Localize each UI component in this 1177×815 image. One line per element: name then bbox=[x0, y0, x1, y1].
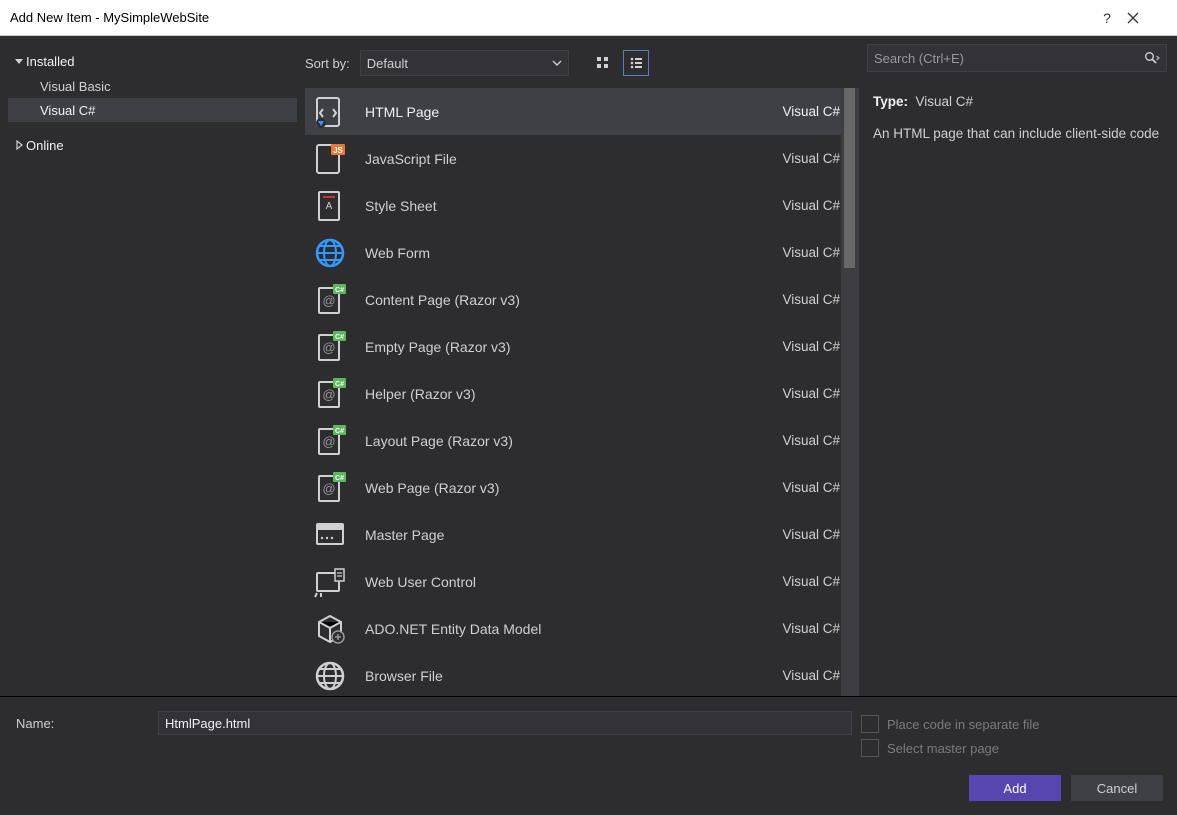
sort-toolbar: Sort by: Default bbox=[305, 36, 859, 88]
template-lang: Visual C# bbox=[760, 480, 840, 495]
template-lang: Visual C# bbox=[760, 574, 840, 589]
footer: Name: Place code in separate file Select… bbox=[0, 696, 1177, 815]
search-icon bbox=[1144, 51, 1160, 65]
template-name: Master Page bbox=[365, 527, 742, 543]
name-input[interactable] bbox=[158, 711, 852, 735]
scrollbar-thumb[interactable] bbox=[844, 88, 855, 268]
tree-label: Online bbox=[26, 138, 64, 153]
template-lang: Visual C# bbox=[760, 292, 840, 307]
template-name: Web User Control bbox=[365, 574, 742, 590]
template-name: Layout Page (Razor v3) bbox=[365, 433, 742, 449]
description-text: An HTML page that can include client-sid… bbox=[873, 124, 1163, 144]
template-row[interactable]: Master Page Visual C# bbox=[305, 511, 858, 558]
template-name: JavaScript File bbox=[365, 151, 742, 167]
template-lang: Visual C# bbox=[760, 621, 840, 636]
template-icon bbox=[313, 424, 347, 458]
list-view-button[interactable] bbox=[623, 50, 649, 76]
search-input[interactable]: Search (Ctrl+E) bbox=[867, 44, 1167, 72]
template-row[interactable]: Content Page (Razor v3) Visual C# bbox=[305, 276, 858, 323]
tree-online[interactable]: Online bbox=[8, 132, 297, 158]
template-row[interactable]: Style Sheet Visual C# bbox=[305, 182, 858, 229]
template-icon bbox=[313, 612, 347, 646]
template-name: Helper (Razor v3) bbox=[365, 386, 742, 402]
template-row[interactable]: Layout Page (Razor v3) Visual C# bbox=[305, 417, 858, 464]
template-name: Web Page (Razor v3) bbox=[365, 480, 742, 496]
template-icon bbox=[313, 518, 347, 552]
template-lang: Visual C# bbox=[760, 198, 840, 213]
template-list: HTML Page Visual C# JavaScript File Visual … bbox=[305, 88, 859, 696]
template-icon bbox=[313, 471, 347, 505]
template-icon bbox=[313, 189, 347, 223]
sort-combo[interactable]: Default bbox=[360, 50, 569, 76]
checkbox-icon bbox=[861, 739, 879, 757]
close-button[interactable] bbox=[1127, 12, 1167, 24]
template-row[interactable]: Web Page (Razor v3) Visual C# bbox=[305, 464, 858, 511]
template-name: Browser File bbox=[365, 668, 742, 684]
template-icon bbox=[313, 377, 347, 411]
template-lang: Visual C# bbox=[760, 104, 840, 119]
tree-label: Installed bbox=[26, 54, 74, 69]
type-label: Type: bbox=[873, 94, 908, 109]
main-area: Installed Visual Basic Visual C# Online … bbox=[0, 36, 1177, 696]
template-name: Web Form bbox=[365, 245, 742, 261]
template-lang: Visual C# bbox=[760, 668, 840, 683]
select-master-checkbox: Select master page bbox=[861, 739, 1163, 757]
template-name: ADO.NET Entity Data Model bbox=[365, 621, 742, 637]
template-name: Empty Page (Razor v3) bbox=[365, 339, 742, 355]
checkbox-icon bbox=[861, 715, 879, 733]
grid-view-button[interactable] bbox=[591, 51, 615, 75]
template-row[interactable]: Web Form Visual C# bbox=[305, 229, 858, 276]
template-lang: Visual C# bbox=[760, 527, 840, 542]
template-lang: Visual C# bbox=[760, 386, 840, 401]
template-row[interactable]: Browser File Visual C# bbox=[305, 652, 858, 696]
template-row[interactable]: Web User Control Visual C# bbox=[305, 558, 858, 605]
template-list-scroll[interactable]: HTML Page Visual C# JavaScript File Visual … bbox=[305, 88, 858, 696]
add-button[interactable]: Add bbox=[969, 775, 1061, 801]
name-label: Name: bbox=[16, 716, 146, 731]
template-row[interactable]: HTML Page Visual C# bbox=[305, 88, 858, 135]
template-lang: Visual C# bbox=[760, 151, 840, 166]
expanded-arrow-icon bbox=[12, 56, 26, 66]
template-icon bbox=[313, 236, 347, 270]
template-icon bbox=[313, 283, 347, 317]
template-name: Style Sheet bbox=[365, 198, 742, 214]
title-bar: Add New Item - MySimpleWebSite ? bbox=[0, 0, 1177, 36]
window-title: Add New Item - MySimpleWebSite bbox=[10, 10, 1087, 25]
sort-value: Default bbox=[367, 56, 408, 71]
chevron-down-icon bbox=[552, 58, 562, 68]
search-placeholder: Search (Ctrl+E) bbox=[874, 51, 1144, 66]
template-icon bbox=[313, 330, 347, 364]
category-tree: Installed Visual Basic Visual C# Online bbox=[0, 36, 305, 696]
template-panel: Sort by: Default HTML PageVisual C#JavaS… bbox=[305, 36, 859, 696]
details-panel: Search (Ctrl+E) Type: Visual C# An HTML … bbox=[859, 36, 1177, 696]
tree-item-visual-basic[interactable]: Visual Basic bbox=[8, 74, 297, 98]
template-icon bbox=[313, 659, 347, 693]
template-icon bbox=[313, 142, 347, 176]
template-row[interactable]: Helper (Razor v3) Visual C# bbox=[305, 370, 858, 417]
separate-file-checkbox: Place code in separate file bbox=[861, 715, 1163, 733]
template-lang: Visual C# bbox=[760, 339, 840, 354]
template-name: Content Page (Razor v3) bbox=[365, 292, 742, 308]
template-icon bbox=[313, 95, 347, 129]
template-lang: Visual C# bbox=[760, 433, 840, 448]
template-name: HTML Page bbox=[365, 104, 742, 120]
template-lang: Visual C# bbox=[760, 245, 840, 260]
tree-installed[interactable]: Installed bbox=[8, 48, 297, 74]
template-row[interactable]: ADO.NET Entity Data Model Visual C# bbox=[305, 605, 858, 652]
cancel-button[interactable]: Cancel bbox=[1071, 775, 1163, 801]
template-row[interactable]: Empty Page (Razor v3) Visual C# bbox=[305, 323, 858, 370]
type-value: Visual C# bbox=[916, 94, 974, 109]
tree-item-visual-csharp[interactable]: Visual C# bbox=[8, 98, 297, 122]
template-icon bbox=[313, 565, 347, 599]
collapsed-arrow-icon bbox=[12, 140, 26, 150]
dialog-window: Add New Item - MySimpleWebSite ? Install… bbox=[0, 0, 1177, 815]
sort-label: Sort by: bbox=[305, 56, 352, 71]
scrollbar[interactable] bbox=[841, 88, 858, 696]
template-row[interactable]: JavaScript File Visual C# bbox=[305, 135, 858, 182]
template-description: Type: Visual C# An HTML page that can in… bbox=[859, 78, 1177, 157]
help-button[interactable]: ? bbox=[1087, 10, 1127, 26]
